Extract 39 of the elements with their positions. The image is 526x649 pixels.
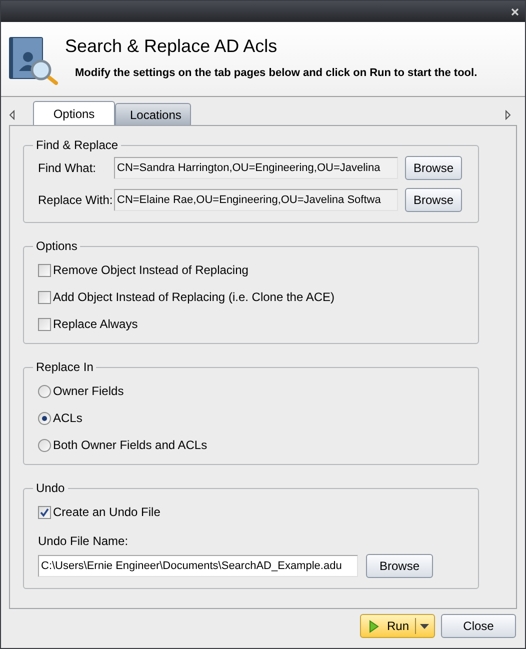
checkbox[interactable]: [38, 264, 51, 276]
browse-button[interactable]: Browse: [405, 156, 462, 180]
scroll-right-icon[interactable]: [505, 110, 511, 120]
text-field[interactable]: CN=Sandra Harrington,OU=Engineering,OU=Javelina: [114, 157, 398, 179]
checkbox[interactable]: [38, 290, 51, 304]
field-label: Find What:: [38, 160, 98, 177]
radio-label: Owner Fields: [53, 383, 124, 400]
checkbox-label: Create an Undo File: [53, 504, 160, 521]
address-book-search-icon: [8, 35, 58, 85]
scroll-left-icon[interactable]: [9, 110, 15, 120]
file-name-field[interactable]: C:\Users\Ernie Engineer\Documents\SearchAD_Example.adu: [38, 555, 358, 577]
browse-button[interactable]: Browse: [405, 188, 462, 212]
dropdown-caret-icon[interactable]: [420, 624, 430, 628]
checkbox[interactable]: [38, 506, 51, 518]
close-button[interactable]: Close: [441, 614, 516, 638]
group-title: Find & Replace: [35, 137, 120, 154]
group-title: Undo: [35, 480, 66, 497]
tab[interactable]: Options: [33, 101, 115, 125]
dialog-title: Search & Replace AD Acls: [65, 35, 278, 57]
radio-label: ACLs: [53, 410, 82, 427]
checkbox-label: Remove Object Instead of Replacing: [53, 262, 248, 279]
field-label: Replace With:: [38, 192, 114, 209]
checkbox-label: Replace Always: [53, 316, 138, 333]
group-title: Options: [35, 238, 78, 255]
radio-button[interactable]: [38, 412, 51, 424]
run-button[interactable]: Run: [360, 614, 435, 638]
play-icon: [369, 620, 379, 632]
checkbox[interactable]: [38, 318, 51, 330]
text-field[interactable]: CN=Elaine Rae,OU=Engineering,OU=Javelina Softwa: [114, 189, 398, 211]
radio-button[interactable]: [38, 438, 51, 452]
close-icon[interactable]: [511, 8, 519, 16]
tab[interactable]: Locations: [115, 103, 191, 125]
group-title: Replace In: [35, 359, 94, 376]
checkbox-label: Add Object Instead of Replacing (i.e. Clone the ACE): [53, 289, 334, 306]
radio-button[interactable]: [38, 384, 51, 398]
field-label: Undo File Name:: [38, 533, 130, 550]
dialog-subtitle: Modify the settings on the tab pages below and click on Run to start the tool.: [75, 66, 478, 81]
browse-button[interactable]: Browse: [366, 554, 433, 578]
radio-label: Both Owner Fields and ACLs: [53, 437, 208, 454]
